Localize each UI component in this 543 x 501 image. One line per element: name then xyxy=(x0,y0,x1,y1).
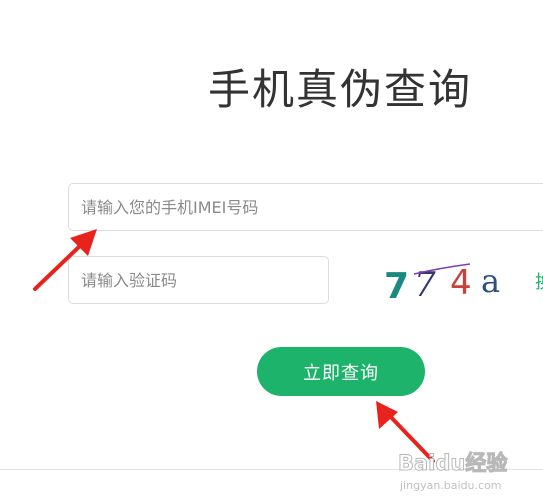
captcha-char: 4 xyxy=(450,263,472,303)
imei-input[interactable] xyxy=(68,183,543,231)
refresh-captcha-link[interactable]: 换 xyxy=(535,268,543,294)
submit-query-button[interactable]: 立即查询 xyxy=(257,347,425,396)
page: 手机真伪查询 7 7 4 a 换 立即查询 Baidu经验 jingyan.ba… xyxy=(0,0,543,501)
captcha-char: 7 xyxy=(384,266,409,306)
captcha-input[interactable] xyxy=(68,256,329,304)
baidu-jingyan-watermark: Baidu经验 jingyan.baidu.com xyxy=(398,451,508,493)
watermark-brand: Baidu经验 xyxy=(398,451,507,475)
page-title: 手机真伪查询 xyxy=(208,65,473,114)
divider xyxy=(0,469,543,470)
watermark-url: jingyan.baidu.com xyxy=(399,479,502,492)
arrow-icon xyxy=(376,401,435,463)
captcha-char: a xyxy=(481,262,500,300)
captcha-image[interactable]: 7 7 4 a xyxy=(378,256,518,306)
